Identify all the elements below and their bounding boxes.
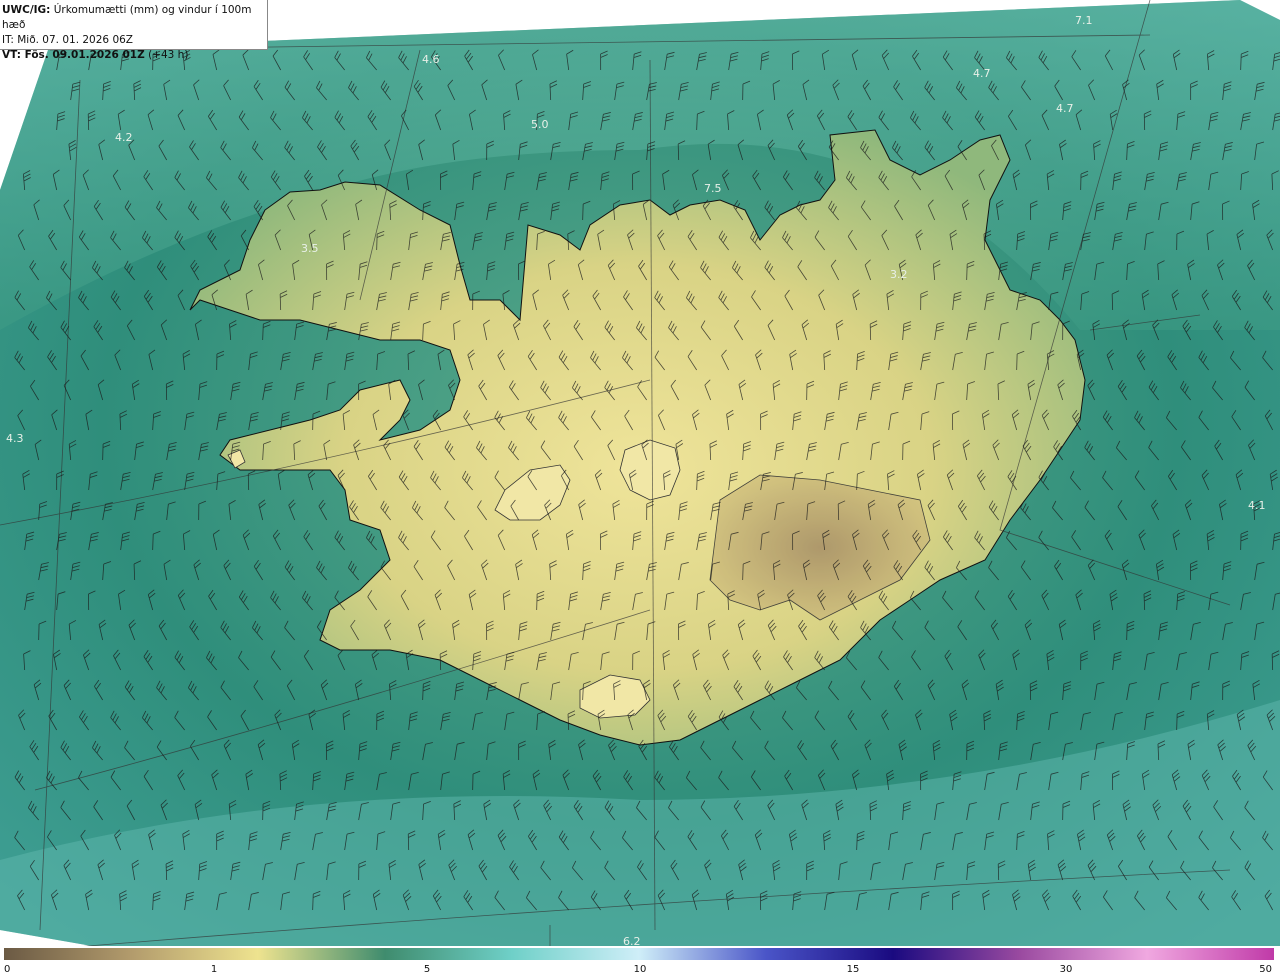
- colorbar-tick: 15: [846, 964, 860, 975]
- title-line: UWC/IG: Úrkomumætti (mm) og vindur í 100…: [2, 3, 267, 33]
- value-label: 4.7: [973, 67, 991, 80]
- value-label: 4.1: [1248, 499, 1266, 512]
- header-box: UWC/IG: Úrkomumætti (mm) og vindur í 100…: [0, 0, 268, 61]
- forecast-map: 7.1 4.6 4.7 4.7 4.2 5.0 7.5 3.5 3.2 4.3 4.1 6.2: [0, 0, 1280, 946]
- forecast-hour: (+43 h): [148, 49, 189, 61]
- colorbar-tick: 1: [210, 964, 218, 975]
- colorbar-tick: 0: [4, 964, 11, 975]
- colorbar-tick: 5: [423, 964, 431, 975]
- value-label: 7.1: [1075, 14, 1093, 27]
- value-label: 3.2: [890, 268, 908, 281]
- value-label: 7.5: [704, 182, 722, 195]
- value-label: 4.7: [1056, 102, 1074, 115]
- value-label: 5.0: [531, 118, 549, 131]
- value-label: 6.2: [623, 935, 641, 946]
- colorbar-tick: 50: [1259, 964, 1272, 975]
- colorbar-gradient: [4, 948, 1274, 960]
- colorbar: 0 1 5 10 15 30 50: [0, 946, 1280, 978]
- value-label: 4.3: [6, 432, 24, 445]
- issue-time: IT: Mið. 07. 01. 2026 06Z: [2, 34, 133, 46]
- colorbar-tick: 10: [633, 964, 647, 975]
- valid-time-line: VT: Fös. 09.01.2026 01Z (+43 h): [2, 48, 267, 63]
- valid-time: VT: Fös. 09.01.2026 01Z: [2, 49, 145, 61]
- value-label: 3.5: [301, 242, 319, 255]
- model-name: UWC/IG:: [2, 4, 51, 16]
- colorbar-tick: 30: [1059, 964, 1073, 975]
- value-label: 4.6: [422, 53, 440, 66]
- value-label: 4.2: [115, 131, 133, 144]
- map-stage: 7.1 4.6 4.7 4.7 4.2 5.0 7.5 3.5 3.2 4.3 4.1 6.2 UWC…: [0, 0, 1280, 978]
